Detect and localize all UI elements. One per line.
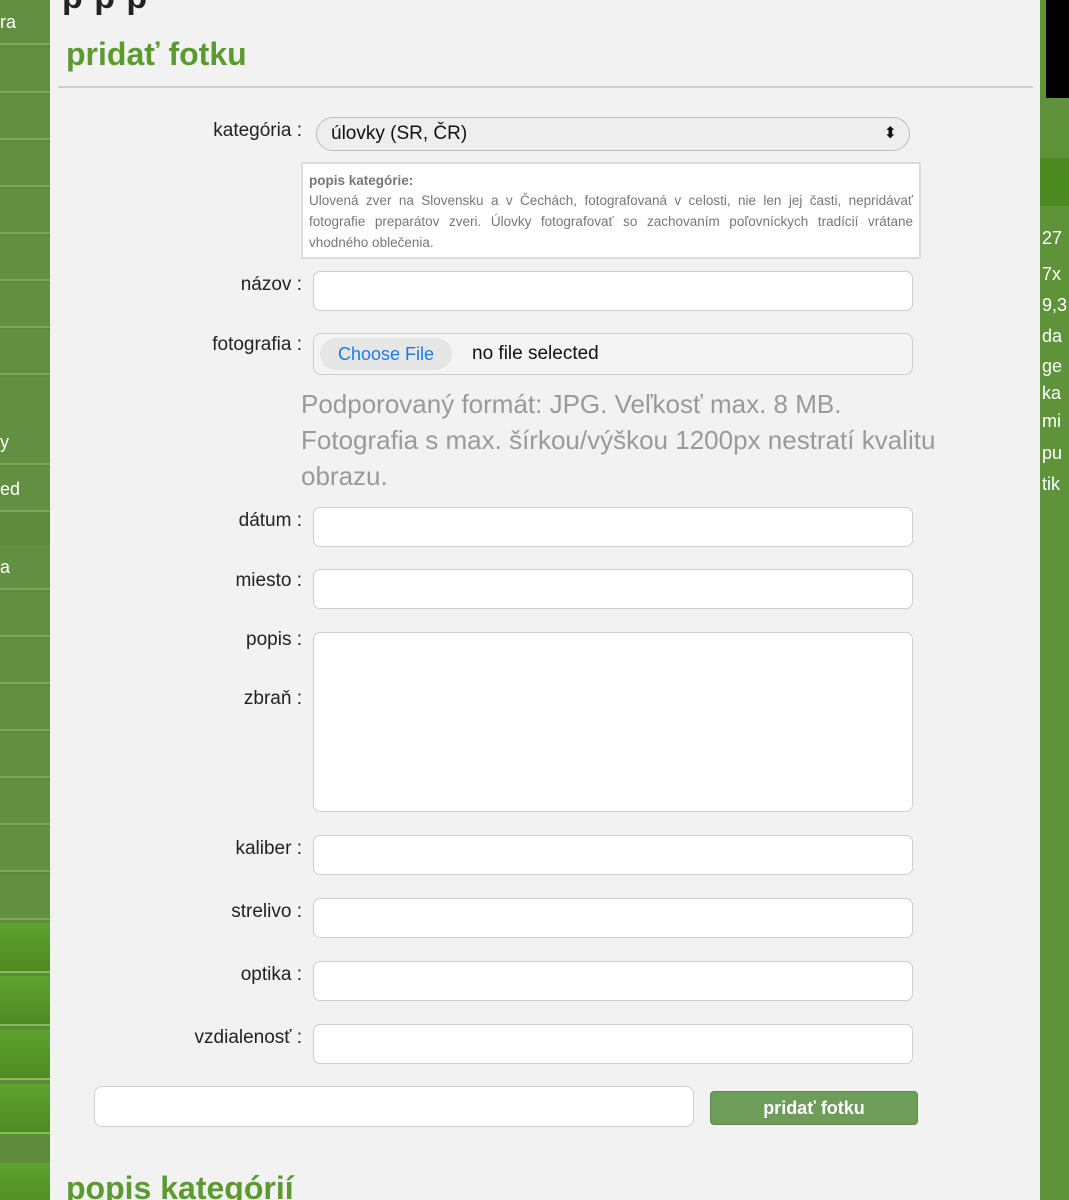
category-selected-value: úlovky (SR, ČR) <box>331 123 468 144</box>
optics-label: optika : <box>240 964 302 985</box>
right-sidebar: 27 7x 9,3 da ge ka mi pu tik <box>1040 0 1069 1200</box>
category-select[interactable]: úlovky (SR, ČR) ⬍ <box>316 117 910 151</box>
sidebar-nav-item[interactable]: a <box>0 545 50 590</box>
caliber-label: kaliber : <box>235 838 302 859</box>
date-label: dátum : <box>238 510 302 531</box>
sidebar-nav-item[interactable] <box>0 976 50 1026</box>
right-text-line: pu <box>1042 443 1063 463</box>
right-text-line: ge <box>1042 356 1063 376</box>
sidebar-nav-item[interactable] <box>0 592 50 637</box>
sidebar-nav-item[interactable] <box>0 142 50 187</box>
sidebar-nav-item[interactable] <box>0 1163 50 1200</box>
sidebar-nav-item[interactable] <box>0 733 50 778</box>
top-partial-heading: p p p <box>62 0 148 17</box>
verification-input[interactable] <box>94 1086 694 1127</box>
place-input[interactable] <box>313 569 913 609</box>
sidebar-nav-item[interactable] <box>0 780 50 825</box>
right-text-line: 27 <box>1042 228 1063 248</box>
category-description-text: Ulovená zver na Slovensku a v Čechách, f… <box>309 193 913 250</box>
right-text-line: 9,3 <box>1042 295 1068 315</box>
photo-format-hint: Podporovaný formát: JPG. Veľkosť max. 8 … <box>301 389 936 491</box>
photo-label: fotografia : <box>212 334 302 355</box>
distance-input[interactable] <box>313 1024 913 1064</box>
sidebar-nav-item[interactable] <box>0 236 50 281</box>
name-input[interactable] <box>313 271 913 311</box>
sidebar-nav-item[interactable] <box>0 875 50 920</box>
name-label: názov : <box>240 274 302 295</box>
sidebar-nav-item[interactable] <box>0 330 50 375</box>
left-sidebar: ra y ed a <box>0 0 50 1200</box>
distance-label: vzdialenosť : <box>194 1027 302 1048</box>
right-text-line: mi <box>1042 411 1061 431</box>
sidebar-nav-item[interactable] <box>0 48 50 93</box>
ammo-label: strelivo : <box>231 901 302 922</box>
sidebar-nav-item[interactable] <box>0 283 50 328</box>
description-textarea[interactable] <box>313 632 913 812</box>
optics-input[interactable] <box>313 961 913 1001</box>
right-text-line: tik <box>1042 474 1060 494</box>
sidebar-nav-item[interactable] <box>0 1084 50 1134</box>
right-green-bar <box>1040 158 1069 206</box>
date-input[interactable] <box>313 507 913 547</box>
right-text-line: ka <box>1042 383 1062 403</box>
sidebar-nav-item[interactable] <box>0 95 50 140</box>
category-description-title: popis kategórie: <box>309 173 414 188</box>
place-label: miesto : <box>235 570 302 591</box>
right-image-box <box>1046 0 1069 98</box>
choose-file-button[interactable]: Choose File <box>320 338 453 370</box>
sidebar-nav-item[interactable] <box>0 827 50 872</box>
sidebar-nav-item[interactable]: ra <box>0 0 50 45</box>
form-title: pridať fotku <box>66 36 247 72</box>
category-label: kategória : <box>213 120 302 141</box>
main-content: p p p pridať fotku kategória : úlovky (S… <box>50 0 1040 1200</box>
sidebar-nav-item[interactable] <box>0 377 50 422</box>
category-descriptions-title: popis kategórií <box>66 1170 294 1200</box>
file-status-text: no file selected <box>472 343 599 364</box>
sidebar-nav-item[interactable] <box>0 639 50 684</box>
sidebar-nav-item[interactable] <box>0 189 50 234</box>
submit-photo-button[interactable]: pridať fotku <box>710 1091 918 1125</box>
category-description-box: popis kategórie: Ulovená zver na Slovens… <box>301 162 921 259</box>
photo-file-input[interactable]: Choose File no file selected <box>313 333 913 375</box>
sidebar-nav-item[interactable]: ed <box>0 467 50 512</box>
title-divider <box>58 86 1033 88</box>
weapon-label: zbraň : <box>243 688 302 709</box>
chevron-updown-icon: ⬍ <box>883 125 897 142</box>
sidebar-nav-item[interactable] <box>0 1030 50 1080</box>
right-text-line: 7x <box>1042 264 1062 284</box>
sidebar-nav-item[interactable]: y <box>0 420 50 465</box>
right-text-line: da <box>1042 326 1063 346</box>
ammo-input[interactable] <box>313 898 913 938</box>
description-label: popis : <box>246 629 302 650</box>
sidebar-nav-item[interactable] <box>0 923 50 973</box>
caliber-input[interactable] <box>313 835 913 875</box>
sidebar-nav-item[interactable] <box>0 686 50 731</box>
